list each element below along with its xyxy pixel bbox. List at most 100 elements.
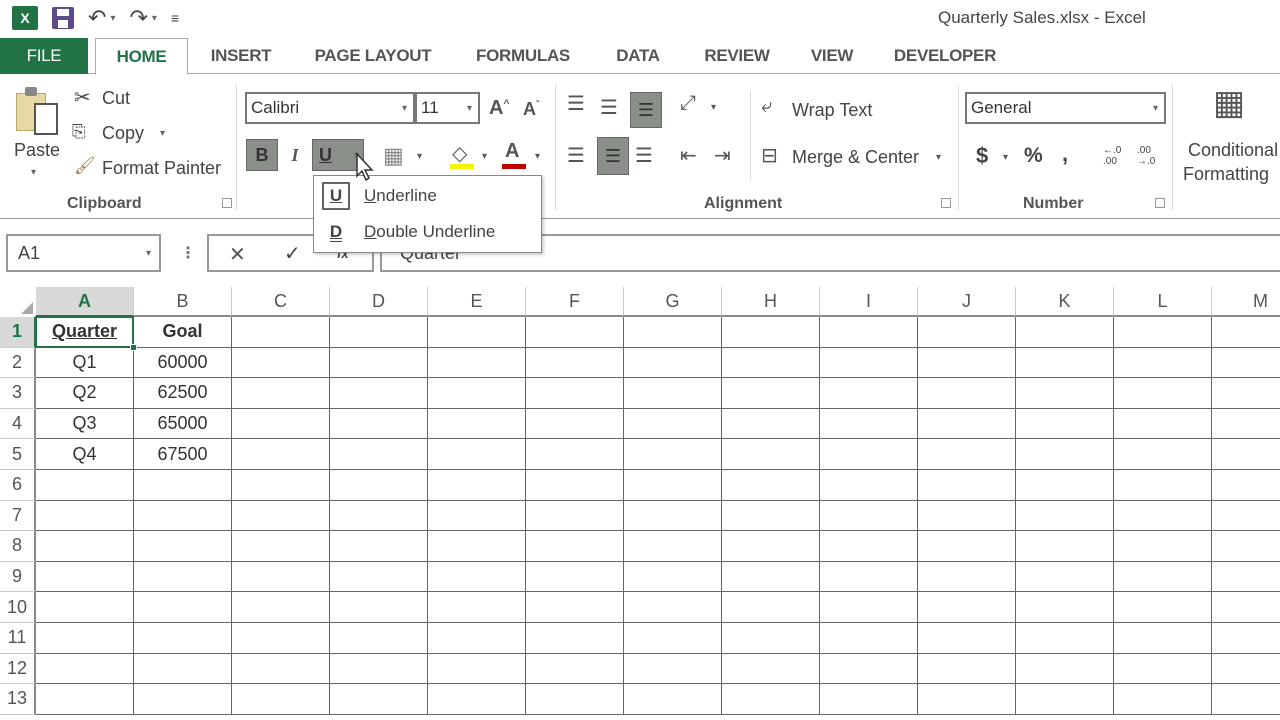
- cell-c9[interactable]: [232, 561, 330, 593]
- chevron-down-icon[interactable]: ▾: [467, 103, 472, 114]
- cell-i6[interactable]: [820, 470, 918, 501]
- cell-b1[interactable]: Goal: [134, 317, 232, 348]
- column-header-f[interactable]: F: [526, 287, 624, 317]
- column-header-i[interactable]: I: [820, 287, 918, 317]
- cell-m12[interactable]: [1212, 654, 1280, 685]
- row-header-4[interactable]: 4: [0, 408, 36, 440]
- menu-item-double-underline[interactable]: D Double Underline: [314, 214, 541, 250]
- font-size-combo[interactable]: 11 ▾: [415, 92, 480, 124]
- cell-m5[interactable]: [1212, 439, 1280, 470]
- cell-e3[interactable]: [428, 378, 526, 409]
- cell-e6[interactable]: [428, 470, 526, 501]
- cancel-icon[interactable]: ✕: [229, 242, 246, 267]
- cell-i11[interactable]: [820, 623, 918, 654]
- chevron-down-icon[interactable]: ▾: [417, 151, 422, 162]
- cell-d7[interactable]: [330, 500, 428, 532]
- fill-handle[interactable]: [130, 343, 137, 351]
- cell-j9[interactable]: [918, 561, 1016, 593]
- column-header-g[interactable]: G: [624, 287, 722, 317]
- cell-k11[interactable]: [1016, 623, 1114, 654]
- decrease-decimal-button[interactable]: .00 →.0: [1137, 145, 1163, 167]
- cell-f2[interactable]: [526, 347, 624, 379]
- cell-k12[interactable]: [1016, 653, 1114, 685]
- cell-d6[interactable]: [330, 470, 428, 501]
- cell-j8[interactable]: [918, 531, 1016, 562]
- cell-h11[interactable]: [722, 623, 820, 654]
- cell-e9[interactable]: [428, 561, 526, 593]
- cell-a11[interactable]: [36, 623, 134, 654]
- column-header-k[interactable]: K: [1016, 287, 1114, 317]
- cell-d3[interactable]: [330, 378, 428, 409]
- cell-j3[interactable]: [918, 378, 1016, 409]
- font-name-combo[interactable]: Calibri ▾: [245, 92, 415, 124]
- cell-e5[interactable]: [428, 439, 526, 470]
- cell-g10[interactable]: [624, 592, 722, 623]
- row-header-6[interactable]: 6: [0, 470, 36, 501]
- cell-m9[interactable]: [1212, 562, 1280, 593]
- cell-j11[interactable]: [918, 623, 1016, 654]
- cell-f6[interactable]: [526, 470, 624, 501]
- tab-review[interactable]: REVIEW: [700, 38, 774, 74]
- row-header-11[interactable]: 11: [0, 623, 36, 654]
- cell-e4[interactable]: [428, 408, 526, 440]
- row-header-10[interactable]: 10: [0, 592, 36, 623]
- chevron-down-icon[interactable]: ▾: [936, 152, 941, 163]
- cell-b8[interactable]: [134, 531, 232, 562]
- cell-g13[interactable]: [624, 684, 722, 715]
- cell-g1[interactable]: [624, 317, 722, 348]
- cell-i5[interactable]: [820, 439, 918, 470]
- cell-a4[interactable]: Q3: [36, 408, 134, 440]
- align-right-icon[interactable]: ☰: [635, 143, 653, 168]
- name-box[interactable]: A1 ▾: [6, 234, 161, 272]
- cell-j12[interactable]: [918, 653, 1016, 685]
- cell-i2[interactable]: [820, 347, 918, 379]
- cell-m10[interactable]: [1212, 592, 1280, 623]
- cell-l1[interactable]: [1114, 317, 1212, 348]
- cell-h8[interactable]: [722, 531, 820, 562]
- cell-g12[interactable]: [624, 653, 722, 685]
- cell-d9[interactable]: [330, 561, 428, 593]
- chevron-down-icon[interactable]: ▾: [711, 102, 716, 113]
- cell-c10[interactable]: [232, 592, 330, 623]
- cell-e1[interactable]: [428, 317, 526, 348]
- cell-m1[interactable]: [1212, 317, 1280, 348]
- cell-m7[interactable]: [1212, 501, 1280, 532]
- cell-b5[interactable]: 67500: [134, 439, 232, 470]
- cell-b9[interactable]: [134, 561, 232, 593]
- row-header-13[interactable]: 13: [0, 684, 36, 715]
- cell-l12[interactable]: [1114, 653, 1212, 685]
- cell-l9[interactable]: [1114, 561, 1212, 593]
- chevron-down-icon[interactable]: ▾: [146, 248, 151, 259]
- column-header-a[interactable]: A: [36, 287, 134, 317]
- cell-k13[interactable]: [1016, 684, 1114, 715]
- align-left-icon[interactable]: ☰: [567, 143, 585, 168]
- cell-j7[interactable]: [918, 500, 1016, 532]
- cell-c6[interactable]: [232, 470, 330, 501]
- comma-button[interactable]: ,: [1062, 141, 1068, 167]
- cell-l6[interactable]: [1114, 470, 1212, 501]
- cell-h4[interactable]: [722, 408, 820, 440]
- cell-b2[interactable]: 60000: [134, 347, 232, 379]
- column-header-e[interactable]: E: [428, 287, 526, 317]
- cell-d2[interactable]: [330, 347, 428, 379]
- cell-f3[interactable]: [526, 378, 624, 409]
- cell-a8[interactable]: [36, 531, 134, 562]
- column-header-c[interactable]: C: [232, 287, 330, 317]
- cell-d4[interactable]: [330, 408, 428, 440]
- cell-b6[interactable]: [134, 470, 232, 501]
- cell-i7[interactable]: [820, 500, 918, 532]
- customize-qat-button[interactable]: ≡: [171, 10, 179, 26]
- cell-a7[interactable]: [36, 500, 134, 532]
- cell-f11[interactable]: [526, 623, 624, 654]
- borders-icon[interactable]: ▦: [383, 143, 404, 169]
- row-header-1[interactable]: 1: [0, 317, 36, 348]
- cell-j4[interactable]: [918, 408, 1016, 440]
- cell-d5[interactable]: [330, 439, 428, 470]
- cell-b7[interactable]: [134, 500, 232, 532]
- cell-m2[interactable]: [1212, 348, 1280, 379]
- align-bottom-button[interactable]: ☰: [630, 92, 662, 128]
- cell-l5[interactable]: [1114, 439, 1212, 470]
- cell-l4[interactable]: [1114, 408, 1212, 440]
- cell-h7[interactable]: [722, 500, 820, 532]
- copy-button[interactable]: Copy: [102, 123, 144, 144]
